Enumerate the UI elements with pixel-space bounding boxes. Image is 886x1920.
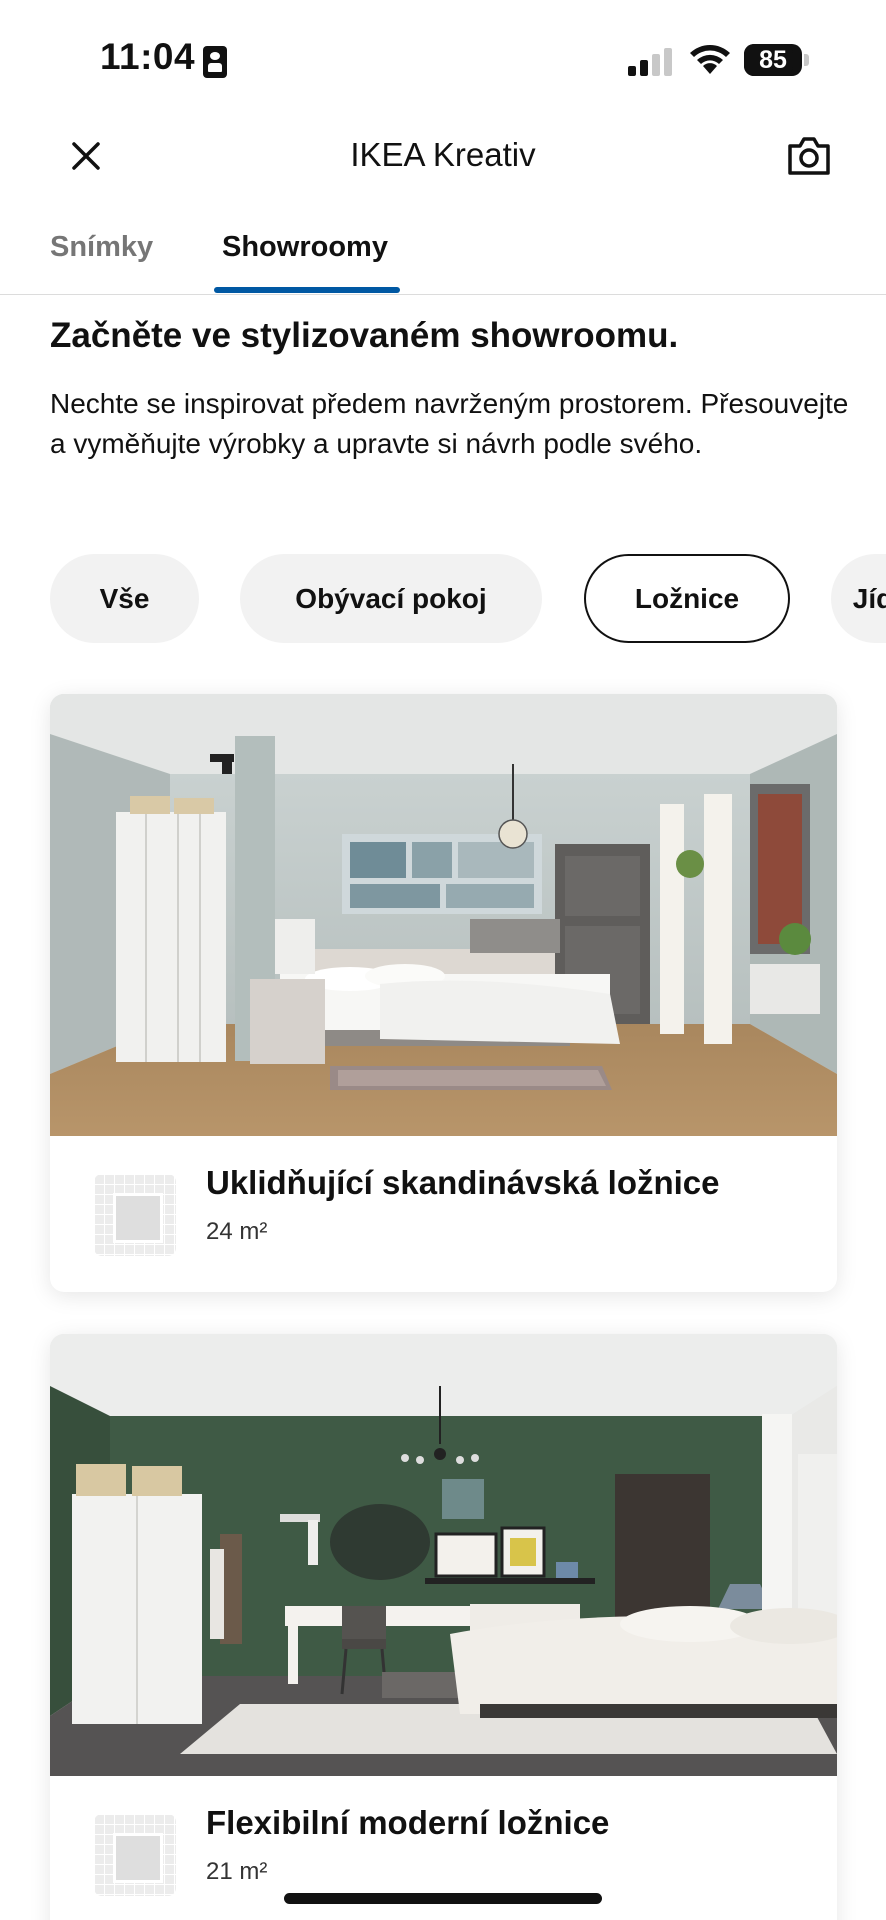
camera-button[interactable] <box>786 134 832 178</box>
room-filter-chips: Vše Obývací pokoj Ložnice Jídelna <box>0 554 886 644</box>
camera-icon <box>788 137 830 175</box>
showroom-card-info: Uklidňující skandinávská ložnice 24 m² <box>50 1136 837 1292</box>
status-time: 11:04 <box>100 36 196 77</box>
tab-snimky[interactable]: Snímky <box>50 231 153 264</box>
tab-bar: Snímky Showroomy <box>0 215 886 295</box>
home-indicator[interactable] <box>284 1893 602 1904</box>
showroom-area: 24 m² <box>206 1218 268 1245</box>
app-title: IKEA Kreativ <box>350 136 536 173</box>
active-tab-indicator <box>214 287 400 293</box>
showroom-title: Flexibilní moderní ložnice <box>206 1804 610 1841</box>
battery-percentage: 85 <box>759 46 787 74</box>
battery-icon: 85 <box>744 44 802 76</box>
showroom-card[interactable]: Uklidňující skandinávská ložnice 24 m² <box>50 694 837 1292</box>
contact-badge-icon <box>203 46 227 78</box>
filter-chip-all[interactable]: Vše <box>50 554 199 643</box>
showroom-card[interactable]: Flexibilní moderní ložnice 21 m² <box>50 1334 837 1920</box>
cellular-signal-icon <box>628 48 674 76</box>
showroom-image-modern-bedroom <box>50 1334 837 1776</box>
battery-cap <box>804 54 809 66</box>
filter-chip-bedroom[interactable]: Ložnice <box>584 554 790 643</box>
section-description: Nechte se inspirovat předem navrženým pr… <box>50 388 849 459</box>
showroom-title: Uklidňující skandinávská ložnice <box>206 1164 720 1201</box>
tab-showroomy[interactable]: Showroomy <box>222 231 388 264</box>
section-title: Začněte ve stylizovaném showroomu. <box>50 316 679 355</box>
floorplan-icon <box>94 1814 176 1896</box>
app-header: IKEA Kreativ <box>0 120 886 190</box>
showroom-image-scandinavian-bedroom <box>50 694 837 1136</box>
status-bar: 11:04 85 <box>0 0 886 120</box>
wifi-icon <box>690 45 730 74</box>
filter-chip-living-room[interactable]: Obývací pokoj <box>240 554 542 643</box>
floorplan-icon <box>94 1174 176 1256</box>
filter-chip-dining-room[interactable]: Jídelna <box>831 554 886 643</box>
showroom-area: 21 m² <box>206 1858 268 1885</box>
